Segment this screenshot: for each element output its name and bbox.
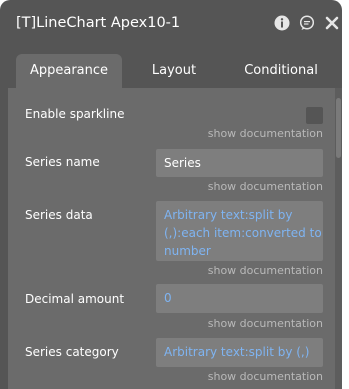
tab-bar: Appearance Layout Conditional [0, 48, 342, 88]
show-documentation-link[interactable]: show documentation [208, 264, 323, 277]
decimal-amount-field[interactable]: 0 [156, 284, 323, 313]
tab-layout[interactable]: Layout [126, 54, 222, 88]
series-data-line-1: Arbitrary text:split by [164, 208, 293, 222]
decimal-amount-label: Decimal amount [25, 292, 125, 306]
show-documentation-link[interactable]: show documentation [208, 180, 323, 193]
vertical-scrollbar[interactable] [335, 88, 342, 389]
property-editor-panel: [T]LineChart Apex10-1 Appearance Layout … [0, 0, 342, 389]
series-category-label: Series category [25, 345, 119, 359]
series-name-value: Series [164, 156, 201, 170]
show-documentation-link[interactable]: show documentation [208, 127, 323, 140]
series-category-value: Arbitrary text:split by (,) [164, 345, 310, 359]
close-icon[interactable] [324, 15, 340, 31]
decimal-amount-value: 0 [164, 291, 172, 305]
series-data-line-3: number [164, 244, 211, 258]
title-bar: [T]LineChart Apex10-1 [0, 0, 342, 48]
tab-appearance[interactable]: Appearance [16, 54, 122, 88]
element-title: [T]LineChart Apex10-1 [16, 15, 181, 31]
tab-conditional[interactable]: Conditional [226, 54, 336, 88]
series-data-line-2: (,):each item:converted to [164, 226, 322, 240]
series-category-field[interactable]: Arbitrary text:split by (,) [156, 338, 323, 367]
comment-icon[interactable] [299, 15, 315, 31]
enable-sparkline-checkbox[interactable] [306, 107, 323, 124]
series-data-label: Series data [25, 208, 93, 222]
series-name-field[interactable]: Series [156, 149, 323, 177]
info-icon[interactable] [274, 15, 290, 31]
show-documentation-link[interactable]: show documentation [208, 370, 323, 383]
series-data-field[interactable]: Arbitrary text:split by (,):each item:co… [156, 201, 323, 261]
scrollbar-thumb[interactable] [336, 98, 341, 158]
enable-sparkline-label: Enable sparkline [25, 107, 125, 121]
show-documentation-link[interactable]: show documentation [208, 317, 323, 330]
appearance-content: Enable sparkline show documentation Seri… [8, 88, 335, 389]
background-strip [342, 0, 349, 389]
series-name-label: Series name [25, 155, 100, 169]
